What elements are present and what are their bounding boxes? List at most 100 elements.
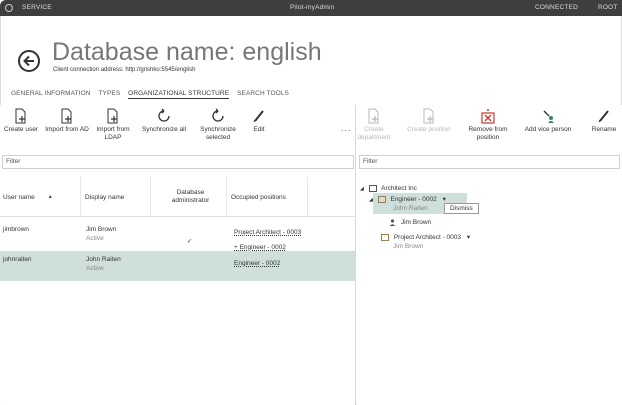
column-positions-label: Occupied positions xyxy=(231,193,286,201)
create-position-label: Create position xyxy=(407,126,451,133)
import-from-ad-label: Import from AD xyxy=(45,126,89,133)
tree-node-root[interactable]: ◢ Architect Inc xyxy=(360,185,417,192)
remove-icon xyxy=(481,109,495,124)
remove-from-position-button[interactable]: Remove from position xyxy=(464,108,512,142)
page-title: Database name: english xyxy=(52,38,322,66)
column-db-admin-label-1: Database xyxy=(176,189,205,196)
tree-node-label: Project Architect - 0003 xyxy=(393,234,462,241)
cell-status: Active xyxy=(86,235,104,242)
edit-user-button[interactable]: Edit xyxy=(248,108,270,134)
title-bar: SERVICE Pilot-myAdmin CONNECTED ROOT xyxy=(0,0,622,16)
edit-label: Edit xyxy=(253,126,265,133)
org-filter-input[interactable]: Filter xyxy=(359,155,620,169)
arrow-left-icon xyxy=(23,55,34,67)
table-row-selected[interactable]: johnraiten John Raiten Active Engineer -… xyxy=(0,251,355,281)
synchronize-selected-label-2: selected xyxy=(205,134,231,141)
tab-search-tools[interactable]: SEARCH TOOLS xyxy=(237,90,289,97)
synchronize-selected-button[interactable]: Synchronize selected xyxy=(196,108,240,142)
tree-root-label: Architect Inc xyxy=(381,185,417,193)
tab-general-information[interactable]: GENERAL INFORMATION xyxy=(11,90,91,97)
column-user-name-label: User name xyxy=(3,193,35,201)
column-user-name[interactable]: User name ▲ xyxy=(0,177,81,217)
create-department-label-2: department xyxy=(357,134,391,141)
collapse-arrow-icon[interactable]: ◢ xyxy=(360,186,364,192)
create-department-button[interactable]: Create department xyxy=(357,108,391,142)
back-button[interactable] xyxy=(18,50,40,72)
service-label[interactable]: SERVICE xyxy=(22,4,52,11)
position-link[interactable]: Project Architect - 0003 xyxy=(234,229,301,236)
sync-icon xyxy=(158,108,170,122)
more-actions-button[interactable]: ... xyxy=(341,123,352,133)
import-document-icon xyxy=(61,108,72,124)
tree-node-project-architect[interactable]: Project Architect - 0003 ▾ xyxy=(381,233,470,241)
column-db-admin[interactable]: Database administrator xyxy=(152,177,227,217)
remove-from-position-label-2: position xyxy=(476,134,500,141)
position-link[interactable]: Engineer - 0002 xyxy=(234,260,280,267)
cell-display-name: John Raiten xyxy=(86,256,121,263)
create-position-button[interactable]: Create position xyxy=(401,108,457,134)
collapse-arrow-icon[interactable]: ◢ xyxy=(369,197,373,203)
org-toolbar: Create department Create position Remove… xyxy=(357,105,622,155)
position-link[interactable]: + Engineer - 0002 xyxy=(234,244,286,251)
create-department-label-1: Create xyxy=(364,126,384,133)
cell-display-name: Jim Brown xyxy=(86,226,117,233)
tab-bar: GENERAL INFORMATION TYPES ORGANIZATIONAL… xyxy=(11,90,295,102)
new-document-icon xyxy=(15,108,26,124)
app-logo-icon xyxy=(5,4,13,12)
rename-label: Rename xyxy=(591,126,617,133)
remove-from-position-label-1: Remove from xyxy=(468,126,508,133)
users-toolbar: Create user Import from AD Import from L… xyxy=(0,105,355,155)
organization-icon xyxy=(368,185,377,192)
checkmark-icon: ✓ xyxy=(187,238,193,245)
app-window: SERVICE Pilot-myAdmin CONNECTED ROOT Dat… xyxy=(0,0,622,405)
column-db-admin-label-2: administrator xyxy=(171,197,210,204)
cell-status: Active xyxy=(86,265,104,272)
rename-button[interactable]: Rename xyxy=(589,108,619,134)
add-vice-person-label: Add vice person xyxy=(524,126,572,133)
current-user[interactable]: ROOT xyxy=(598,4,618,11)
tree-node-person: Jim Brown xyxy=(393,243,424,250)
sync-selected-icon xyxy=(212,108,224,122)
column-display-name[interactable]: Display name xyxy=(82,177,151,217)
import-from-ldap-label-2: LDAP xyxy=(104,134,122,141)
connection-status: CONNECTED xyxy=(535,4,578,11)
position-icon xyxy=(381,233,389,241)
vice-person-name: Jim Brown xyxy=(400,219,432,227)
sort-ascending-icon: ▲ xyxy=(47,194,53,200)
cell-user-name: jimbrown xyxy=(3,226,30,233)
column-display-name-label: Display name xyxy=(85,193,125,201)
tree-node-person: John Raiten xyxy=(393,205,428,212)
pencil-icon xyxy=(598,110,609,123)
add-vice-person-button[interactable]: Add vice person xyxy=(519,108,577,134)
import-from-ldap-label-1: Import from xyxy=(96,126,130,133)
connection-address: Client connection address: http://grishk… xyxy=(53,67,196,73)
tree-node-engineer[interactable]: ◢ Engineer - 0002 ▾ xyxy=(369,195,446,203)
import-ldap-icon xyxy=(107,108,118,124)
synchronize-all-button[interactable]: Synchronize all xyxy=(136,108,192,134)
cell-user-name: johnraiten xyxy=(3,256,32,263)
create-user-button[interactable]: Create user xyxy=(1,108,41,134)
tab-organizational-structure[interactable]: ORGANIZATIONAL STRUCTURE xyxy=(128,90,230,99)
dismiss-button[interactable]: Dismiss xyxy=(444,203,479,214)
tab-types[interactable]: TYPES xyxy=(98,90,120,97)
create-user-label: Create user xyxy=(4,126,38,133)
users-panel: Create user Import from AD Import from L… xyxy=(0,105,356,405)
pencil-icon xyxy=(253,110,264,123)
dropdown-arrow-icon[interactable]: ▾ xyxy=(443,196,446,203)
import-from-ad-button[interactable]: Import from AD xyxy=(44,108,90,134)
app-name: Pilot-myAdmin xyxy=(290,4,335,11)
new-department-icon xyxy=(368,108,379,124)
dropdown-arrow-icon[interactable]: ▾ xyxy=(467,234,470,241)
new-position-icon xyxy=(423,108,434,124)
position-icon xyxy=(377,195,386,203)
org-structure-panel: Create department Create position Remove… xyxy=(357,105,622,405)
synchronize-all-label: Synchronize all xyxy=(141,126,187,133)
users-filter-input[interactable]: Filter xyxy=(2,155,354,169)
column-occupied-positions[interactable]: Occupied positions xyxy=(228,177,308,217)
users-table-header: User name ▲ Display name Database admini… xyxy=(0,177,355,217)
import-from-ldap-button[interactable]: Import from LDAP xyxy=(93,108,133,142)
tree-node-label: Engineer - 0002 xyxy=(390,196,437,203)
add-vice-person-icon xyxy=(543,110,554,123)
tree-node-vice-person[interactable]: Jim Brown xyxy=(389,219,431,226)
person-icon xyxy=(389,219,396,226)
